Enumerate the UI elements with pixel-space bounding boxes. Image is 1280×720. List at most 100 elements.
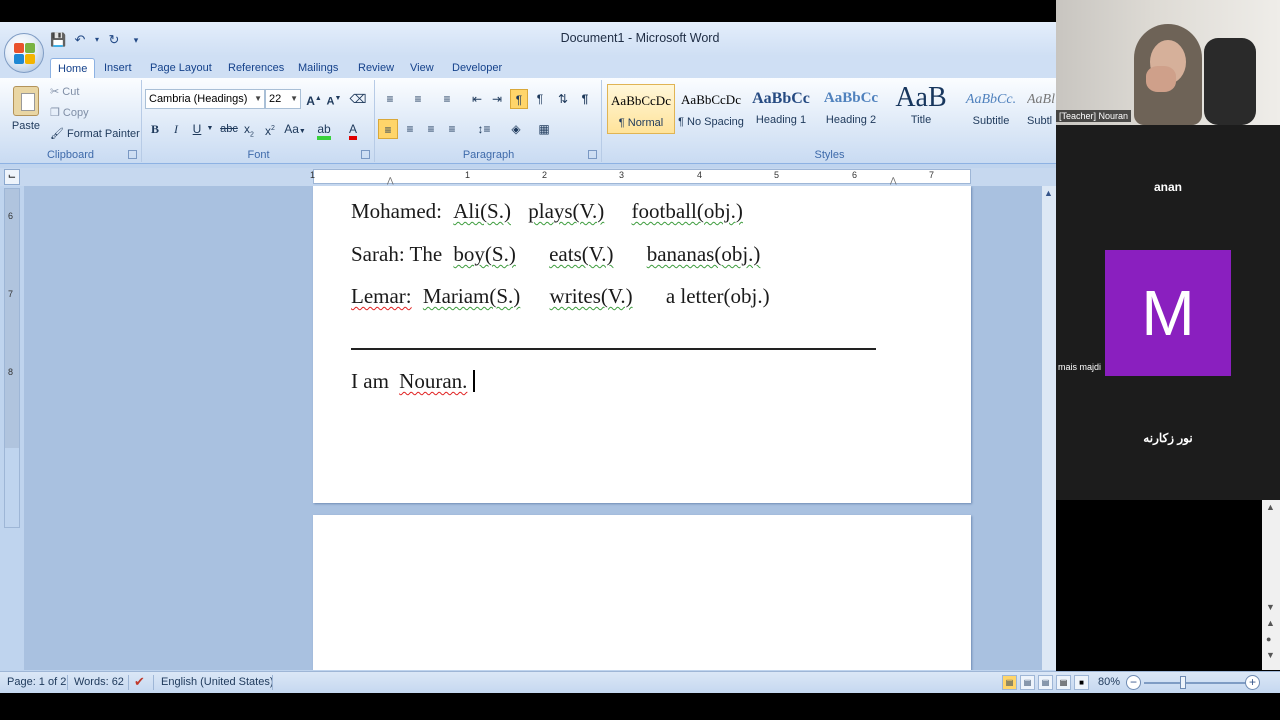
document-area[interactable]: Mohamed: Ali(S.) plays(V.) football(obj.… bbox=[24, 186, 1042, 670]
page[interactable]: Mohamed: Ali(S.) plays(V.) football(obj.… bbox=[313, 186, 971, 503]
show-formatting-icon[interactable]: ¶ bbox=[576, 89, 594, 109]
change-case-button[interactable]: Aa▼ bbox=[284, 119, 306, 139]
paragraph-group: ≡ ≡ ≡ ⇤ ⇥ ¶ ¶ ⇅ ¶ ≡ ≡ ≡ ≡ ↕≡ ◈ ▦ Paragra… bbox=[376, 80, 602, 162]
decrease-indent-icon[interactable]: ⇤ bbox=[468, 89, 486, 109]
style-subtle[interactable]: AaBl Subtl bbox=[1027, 84, 1056, 134]
rtl-paragraph-icon[interactable]: ¶ bbox=[531, 89, 549, 109]
zoom-out-icon[interactable]: − bbox=[1126, 675, 1141, 690]
subject-text: Mariam(S.) bbox=[422, 284, 521, 308]
tab-insert[interactable]: Insert bbox=[97, 58, 139, 78]
browse-object-icon[interactable]: ● bbox=[1266, 634, 1271, 644]
ruler-number: 5 bbox=[774, 170, 780, 180]
scroll-up-icon[interactable]: ▲ bbox=[1044, 188, 1053, 198]
word-count[interactable]: Words: 62 bbox=[74, 676, 124, 688]
line-spacing-icon[interactable]: ↕≡ bbox=[472, 119, 496, 139]
avatar[interactable]: M bbox=[1105, 250, 1231, 376]
justify-icon[interactable]: ≡ bbox=[442, 119, 462, 139]
cut-button[interactable]: ✂ Cut bbox=[50, 85, 79, 98]
previous-page-icon[interactable]: ▲ bbox=[1266, 618, 1275, 628]
outer-scrollbar[interactable]: ▲ ▼ ▲ ● ▼ bbox=[1262, 500, 1280, 670]
sort-icon[interactable]: ⇅ bbox=[554, 89, 572, 109]
numbering-icon[interactable]: ≡ bbox=[407, 89, 429, 109]
borders-icon[interactable]: ▦ bbox=[532, 119, 556, 139]
style-name: Subtitle bbox=[972, 115, 1010, 127]
multilevel-list-icon[interactable]: ≡ bbox=[436, 89, 458, 109]
office-button[interactable] bbox=[4, 33, 44, 73]
indent-marker-icon[interactable]: ⋀ bbox=[387, 176, 394, 185]
strikethrough-button[interactable]: abc bbox=[219, 119, 239, 139]
style-heading-2[interactable]: AaBbCc Heading 2 bbox=[817, 84, 885, 134]
office-logo-icon bbox=[14, 43, 36, 65]
language[interactable]: English (United States) bbox=[161, 676, 274, 688]
align-center-icon[interactable]: ≡ bbox=[400, 119, 420, 139]
align-right-icon[interactable]: ≡ bbox=[421, 119, 441, 139]
tab-developer[interactable]: Developer bbox=[445, 58, 509, 78]
underline-dropdown-icon[interactable]: ▼ bbox=[206, 119, 214, 139]
shrink-font-button[interactable]: A▼ bbox=[325, 89, 343, 109]
tab-home[interactable]: Home bbox=[50, 58, 96, 78]
zoom-in-icon[interactable]: + bbox=[1245, 675, 1260, 690]
bold-button[interactable]: B bbox=[147, 119, 163, 139]
horizontal-ruler[interactable]: 1 1 2 3 4 5 6 7 ⋀ ⋀ bbox=[310, 169, 971, 185]
vertical-scrollbar[interactable]: ▲ bbox=[1042, 186, 1056, 670]
superscript-button[interactable]: x2 bbox=[262, 119, 278, 139]
print-layout-icon[interactable]: ▤ bbox=[1002, 675, 1017, 690]
tab-mailings[interactable]: Mailings bbox=[291, 58, 345, 78]
zoom-thumb[interactable] bbox=[1180, 676, 1186, 689]
font-color-button[interactable]: A bbox=[342, 119, 364, 140]
increase-indent-icon[interactable]: ⇥ bbox=[488, 89, 506, 109]
brush-icon: 🖌 bbox=[50, 128, 68, 140]
vertical-ruler[interactable]: 6 7 8 bbox=[4, 188, 20, 528]
subscript-button[interactable]: x2 bbox=[241, 119, 257, 139]
clear-formatting-icon[interactable]: ⌫ bbox=[348, 89, 368, 109]
font-launcher-icon[interactable] bbox=[361, 150, 370, 159]
outline-view-icon[interactable]: ▤ bbox=[1056, 675, 1071, 690]
underline-button[interactable]: U bbox=[189, 119, 205, 139]
sentence-prefix: I am bbox=[351, 369, 389, 393]
teacher-video[interactable]: [Teacher] Nouran bbox=[1056, 0, 1280, 125]
paste-button[interactable]: Paste bbox=[6, 84, 46, 140]
page-count[interactable]: Page: 1 of 2 bbox=[7, 676, 66, 688]
font-name-combo[interactable]: Cambria (Headings) ▼ bbox=[145, 89, 265, 109]
ltr-paragraph-icon[interactable]: ¶ bbox=[510, 89, 528, 109]
shading-icon[interactable]: ◈ bbox=[504, 119, 528, 139]
full-screen-reading-icon[interactable]: ▤ bbox=[1020, 675, 1035, 690]
zoom-slider[interactable] bbox=[1144, 682, 1246, 684]
style-name: ¶ Normal bbox=[618, 117, 664, 129]
grow-font-button[interactable]: A▲ bbox=[305, 89, 323, 109]
draft-view-icon[interactable]: ■ bbox=[1074, 675, 1089, 690]
style-heading-1[interactable]: AaBbCc Heading 1 bbox=[747, 84, 815, 134]
sentence-line[interactable]: Lemar: Mariam(S.) writes(V.) a letter(ob… bbox=[351, 284, 770, 309]
proofing-icon[interactable]: ✔ bbox=[134, 674, 145, 690]
font-size-combo[interactable]: 22 ▼ bbox=[265, 89, 301, 109]
clipboard-label: Clipboard bbox=[46, 149, 95, 161]
style-title[interactable]: AaB Title bbox=[887, 82, 955, 134]
sentence-line[interactable]: Mohamed: Ali(S.) plays(V.) football(obj.… bbox=[351, 199, 743, 224]
tab-page-layout[interactable]: Page Layout bbox=[143, 58, 219, 78]
clipboard-launcher-icon[interactable] bbox=[128, 150, 137, 159]
align-left-icon[interactable]: ≡ bbox=[378, 119, 398, 139]
tab-view[interactable]: View bbox=[403, 58, 441, 78]
style-subtitle[interactable]: AaBbCc. Subtitle bbox=[957, 84, 1025, 134]
verb-text: plays(V.) bbox=[528, 199, 605, 223]
tab-selector-icon[interactable]: ⌙ bbox=[4, 169, 20, 185]
zoom-level[interactable]: 80% bbox=[1098, 676, 1120, 688]
next-page-icon[interactable]: ▼ bbox=[1266, 650, 1275, 660]
scroll-up-icon[interactable]: ▲ bbox=[1266, 502, 1275, 512]
sentence-line[interactable]: I am Nouran. bbox=[351, 369, 475, 394]
right-indent-marker-icon[interactable]: ⋀ bbox=[890, 176, 897, 185]
tab-references[interactable]: References bbox=[221, 58, 291, 78]
copy-button[interactable]: ❐ Copy bbox=[50, 106, 89, 119]
scroll-down-icon[interactable]: ▼ bbox=[1266, 602, 1275, 612]
style-normal[interactable]: AaBbCcDc ¶ Normal bbox=[607, 84, 675, 134]
italic-button[interactable]: I bbox=[168, 119, 184, 139]
style-no-spacing[interactable]: AaBbCcDc ¶ No Spacing bbox=[677, 84, 745, 134]
sentence-line[interactable]: Sarah: The boy(S.) eats(V.) bananas(obj.… bbox=[351, 242, 760, 267]
tab-review[interactable]: Review bbox=[351, 58, 401, 78]
bullets-icon[interactable]: ≡ bbox=[379, 89, 401, 109]
format-painter-button[interactable]: 🖌 Format Painter bbox=[50, 127, 140, 140]
highlight-color-button[interactable]: ab bbox=[313, 119, 335, 140]
web-layout-icon[interactable]: ▤ bbox=[1038, 675, 1053, 690]
page[interactable] bbox=[313, 515, 971, 670]
paragraph-launcher-icon[interactable] bbox=[588, 150, 597, 159]
